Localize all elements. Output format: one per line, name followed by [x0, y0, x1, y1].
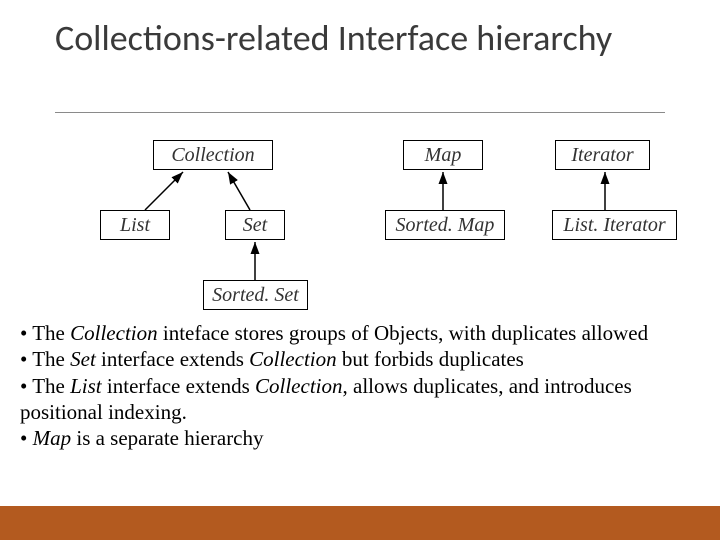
node-iterator: Iterator: [555, 140, 650, 170]
node-collection: Collection: [153, 140, 273, 170]
node-listiterator: List. Iterator: [552, 210, 677, 240]
bullet-3: • The List interface extends Collection,…: [20, 373, 700, 426]
bullet-2: • The Set interface extends Collection b…: [20, 346, 700, 372]
title-underline: [55, 112, 665, 113]
hierarchy-arrows: [0, 0, 720, 540]
slide: Collections-related Interface hierarchy …: [0, 0, 720, 540]
bullet-4: • Map is a separate hierarchy: [20, 425, 700, 451]
bullet-list: • The Collection inteface stores groups …: [20, 320, 700, 451]
node-list: List: [100, 210, 170, 240]
node-set: Set: [225, 210, 285, 240]
bullet-1: • The Collection inteface stores groups …: [20, 320, 700, 346]
node-map: Map: [403, 140, 483, 170]
footer-bar: [0, 506, 720, 540]
slide-title: Collections-related Interface hierarchy: [55, 18, 612, 59]
node-sortedset: Sorted. Set: [203, 280, 308, 310]
node-sortedmap: Sorted. Map: [385, 210, 505, 240]
